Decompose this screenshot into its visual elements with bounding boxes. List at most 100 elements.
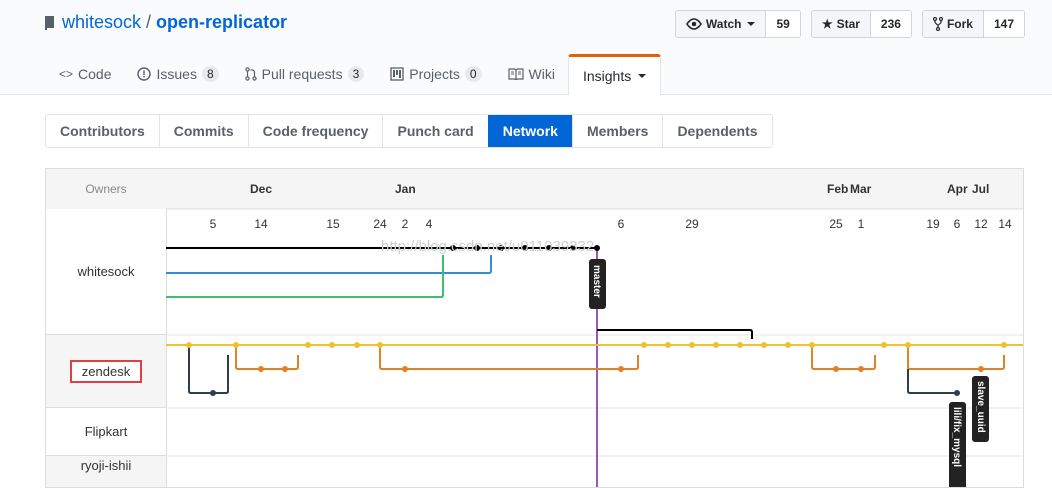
commit-dot[interactable] — [258, 366, 264, 372]
branch-line-orange — [907, 345, 1005, 370]
fork-label: Fork — [946, 17, 973, 31]
commit-dot[interactable] — [978, 366, 984, 372]
commit-dot[interactable] — [233, 342, 239, 348]
commit-dot[interactable] — [402, 366, 408, 372]
owners-header: Owners — [46, 169, 166, 210]
day-label: 15 — [326, 217, 340, 231]
commit-dot[interactable] — [737, 342, 743, 348]
watch-button[interactable]: Watch — [675, 11, 766, 37]
star-count[interactable]: 236 — [869, 11, 911, 37]
branch-label: master — [591, 265, 602, 298]
day-label: 4 — [426, 217, 433, 231]
repo-owner-link[interactable]: whitesock — [62, 12, 141, 33]
commit-dot[interactable] — [618, 366, 624, 372]
network-graph[interactable]: Owners whitesock zendesk Flipkart ryoji-… — [45, 168, 1024, 488]
owner-flipkart[interactable]: Flipkart — [46, 408, 166, 456]
timeline-header-bg — [166, 169, 1023, 209]
commit-dot[interactable] — [282, 366, 288, 372]
owner-label: Flipkart — [84, 424, 128, 439]
commit-dot[interactable] — [305, 342, 311, 348]
watch-count[interactable]: 59 — [765, 11, 800, 37]
commit-dot[interactable] — [377, 342, 383, 348]
owners-column: Owners whitesock zendesk Flipkart ryoji-… — [46, 169, 167, 487]
day-label: 29 — [685, 217, 699, 231]
branch-tag-lili-fix-mysql[interactable]: lili/fix_mysql — [949, 402, 966, 488]
branch-line-orange — [379, 345, 639, 370]
day-label: 14 — [998, 217, 1012, 231]
commit-dot[interactable] — [833, 366, 839, 372]
code-icon: <> — [59, 67, 74, 81]
month-label: Dec — [250, 182, 272, 196]
day-label: 6 — [618, 217, 625, 231]
subnav-code-frequency[interactable]: Code frequency — [247, 115, 383, 147]
tab-wiki[interactable]: Wiki — [495, 54, 568, 94]
star-group: ★ Star 236 — [810, 10, 912, 38]
commit-dot[interactable] — [665, 342, 671, 348]
commit-dot[interactable] — [785, 342, 791, 348]
fork-icon — [932, 17, 943, 31]
fork-group: Fork 147 — [921, 10, 1025, 38]
month-label: Feb — [827, 182, 848, 196]
commit-dot[interactable] — [905, 342, 911, 348]
owner-label: zendesk — [69, 359, 143, 383]
tab-wiki-label: Wiki — [528, 66, 555, 82]
caret-down-icon — [747, 22, 756, 26]
branch-tag-slave-uuid[interactable]: slave_uuid — [972, 376, 989, 442]
owner-whitesock[interactable]: whitesock — [46, 209, 166, 335]
issue-icon — [137, 67, 152, 81]
subnav-dependents[interactable]: Dependents — [662, 115, 771, 147]
owner-zendesk[interactable]: zendesk — [46, 335, 166, 408]
repo-separator: / — [146, 12, 152, 32]
fork-button[interactable]: Fork — [922, 11, 983, 37]
repo-header: whitesock / open-replicator Watch 59 ★ S… — [0, 0, 1052, 95]
commit-dot[interactable] — [354, 342, 360, 348]
commit-dot[interactable] — [210, 390, 216, 396]
watch-group: Watch 59 — [674, 10, 801, 38]
commit-dot[interactable] — [689, 342, 695, 348]
owner-ryoji-ishii[interactable]: ryoji-ishii — [46, 456, 166, 487]
commit-dot[interactable] — [641, 342, 647, 348]
tab-pull-requests[interactable]: Pull requests 3 — [232, 54, 378, 94]
commit-dot[interactable] — [594, 245, 600, 251]
subnav-network[interactable]: Network — [487, 115, 572, 147]
pull-requests-counter: 3 — [347, 66, 365, 82]
commit-dot[interactable] — [809, 342, 815, 348]
subnav-punch-card[interactable]: Punch card — [382, 115, 487, 147]
day-label: 6 — [954, 217, 961, 231]
tab-projects[interactable]: Projects 0 — [377, 54, 494, 94]
owner-label: whitesock — [77, 264, 135, 279]
subnav-members[interactable]: Members — [571, 115, 662, 147]
branch-line-navy — [188, 345, 229, 394]
book-icon — [507, 68, 524, 80]
branch-line-navy — [907, 369, 956, 394]
star-button[interactable]: ★ Star — [811, 11, 870, 37]
commit-dot[interactable] — [881, 342, 887, 348]
watch-label: Watch — [705, 17, 742, 31]
tab-insights[interactable]: Insights — [567, 54, 662, 95]
tab-issues[interactable]: Issues 8 — [124, 54, 231, 94]
subnav-commits[interactable]: Commits — [158, 115, 248, 147]
commit-dot[interactable] — [1001, 342, 1007, 348]
commit-dot[interactable] — [858, 366, 864, 372]
month-label: Apr — [947, 182, 968, 196]
branch-line-orange — [811, 345, 876, 370]
subnav-contributors[interactable]: Contributors — [46, 115, 159, 147]
pull-request-icon — [244, 67, 257, 81]
commit-dot[interactable] — [954, 390, 960, 396]
commit-dot[interactable] — [329, 342, 335, 348]
commit-dot[interactable] — [761, 342, 767, 348]
tab-pull-requests-label: Pull requests — [261, 66, 343, 82]
fork-count[interactable]: 147 — [982, 11, 1024, 37]
branch-line-orange — [235, 345, 299, 370]
branch-tag-master[interactable]: master — [589, 259, 606, 309]
commit-dot[interactable] — [186, 342, 192, 348]
caret-down-icon — [638, 74, 647, 78]
branch-line-green — [166, 255, 444, 298]
month-label: Jul — [972, 182, 989, 196]
branch-label: slave_uuid — [975, 381, 986, 433]
commit-dot[interactable] — [713, 342, 719, 348]
project-icon — [390, 67, 404, 81]
month-label: Mar — [850, 182, 872, 196]
repo-name-link[interactable]: open-replicator — [156, 12, 287, 33]
tab-code[interactable]: <> Code — [46, 54, 124, 94]
